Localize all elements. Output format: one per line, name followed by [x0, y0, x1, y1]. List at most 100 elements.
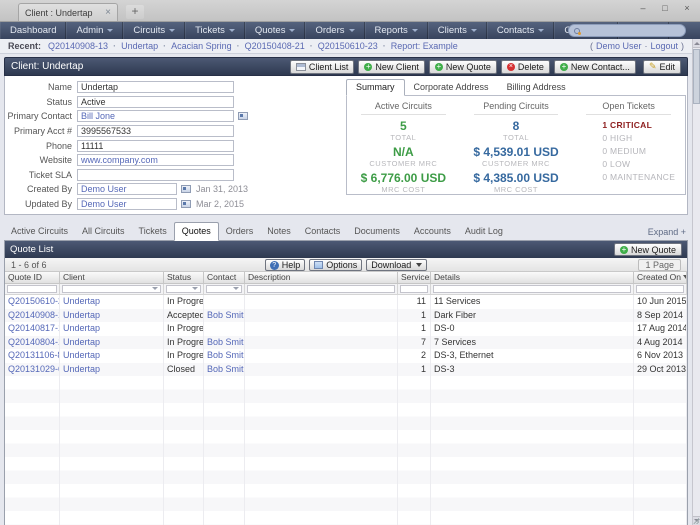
tab-corporate-address[interactable]: Corporate Address: [405, 80, 498, 95]
quote-id-link[interactable]: Q20140908-13: [5, 309, 60, 323]
contact-card-icon[interactable]: [238, 112, 248, 120]
tab-tickets[interactable]: Tickets: [132, 223, 174, 240]
col-quote-id[interactable]: Quote ID: [5, 272, 60, 283]
created-by-field[interactable]: Demo User: [77, 183, 177, 195]
contact-link[interactable]: Bob Smith: [204, 363, 245, 377]
new-quote-button[interactable]: New Quote: [429, 60, 497, 74]
quote-id-link[interactable]: Q20150610-23: [5, 295, 60, 309]
updated-by-field[interactable]: Demo User: [77, 198, 177, 210]
phone-field[interactable]: 11111: [77, 140, 234, 152]
client-link[interactable]: Undertap: [60, 295, 164, 309]
scroll-up-icon[interactable]: [693, 39, 700, 48]
tab-notes[interactable]: Notes: [260, 223, 298, 240]
col-created-on[interactable]: Created On: [634, 272, 687, 283]
col-status[interactable]: Status: [164, 272, 204, 283]
new-quote-button[interactable]: New Quote: [614, 243, 682, 256]
primary-contact-link[interactable]: Bill Jone: [81, 111, 115, 121]
recent-link[interactable]: Q20150408-21: [232, 41, 305, 51]
table-row[interactable]: Q20140817-11 Undertap In Progress 1 DS-0…: [5, 322, 687, 336]
client-link[interactable]: Undertap: [60, 336, 164, 350]
tab-billing-address[interactable]: Billing Address: [498, 80, 575, 95]
recent-link[interactable]: Q20140908-13: [48, 41, 108, 51]
client-link[interactable]: Undertap: [60, 363, 164, 377]
primary-contact-field[interactable]: Bill Jone: [77, 110, 234, 122]
table-row[interactable]: Q20131029-6 Undertap Closed Bob Smith 1 …: [5, 363, 687, 377]
filter-quote-id[interactable]: [7, 285, 57, 293]
tab-documents[interactable]: Documents: [347, 223, 407, 240]
user-link[interactable]: Demo User: [596, 41, 642, 51]
client-list-button[interactable]: Client List: [290, 60, 355, 74]
nav-item-contacts[interactable]: Contacts: [487, 22, 555, 39]
minimize-icon[interactable]: –: [638, 3, 648, 13]
help-button[interactable]: Help: [265, 259, 306, 271]
contact-link[interactable]: Bob Smith: [204, 336, 245, 350]
nav-item-reports[interactable]: Reports: [365, 22, 428, 39]
name-field[interactable]: Undertap: [77, 81, 234, 93]
tab-summary[interactable]: Summary: [346, 79, 405, 96]
tab-contacts[interactable]: Contacts: [298, 223, 348, 240]
client-link[interactable]: Undertap: [60, 322, 164, 336]
filter-description[interactable]: [247, 285, 395, 293]
table-row[interactable]: Q20150610-23 Undertap In Progress 11 11 …: [5, 295, 687, 309]
col-client[interactable]: Client: [60, 272, 164, 283]
maximize-icon[interactable]: □: [660, 3, 670, 13]
recent-link[interactable]: Report: Example: [378, 41, 458, 51]
primary-acct-field[interactable]: 3995567533: [77, 125, 234, 137]
new-client-button[interactable]: New Client: [358, 60, 425, 74]
created-by-link[interactable]: Demo User: [81, 184, 127, 194]
filter-contact-dropdown[interactable]: [206, 285, 242, 293]
tab-close-icon[interactable]: ×: [105, 7, 111, 18]
expand-link[interactable]: Expand +: [648, 227, 688, 240]
tab-quotes[interactable]: Quotes: [174, 222, 219, 241]
edit-button[interactable]: Edit: [643, 60, 681, 74]
scrollbar-thumb[interactable]: [693, 49, 700, 104]
nav-item-orders[interactable]: Orders: [305, 22, 364, 39]
nav-item-tickets[interactable]: Tickets: [185, 22, 245, 39]
nav-item-clients[interactable]: Clients: [428, 22, 487, 39]
filter-created-on[interactable]: [636, 285, 684, 293]
delete-button[interactable]: Delete: [501, 60, 550, 74]
col-description[interactable]: Description: [245, 272, 398, 283]
tab-accounts[interactable]: Accounts: [407, 223, 458, 240]
tab-all-circuits[interactable]: All Circuits: [75, 223, 132, 240]
nav-item-circuits[interactable]: Circuits: [123, 22, 185, 39]
tab-active-circuits[interactable]: Active Circuits: [4, 223, 75, 240]
client-link[interactable]: Undertap: [60, 349, 164, 363]
updated-by-link[interactable]: Demo User: [81, 199, 127, 209]
contact-link[interactable]: [204, 322, 245, 336]
status-field[interactable]: Active: [77, 96, 234, 108]
new-contact-button[interactable]: New Contact...: [554, 60, 636, 74]
col-details[interactable]: Details: [431, 272, 634, 283]
ticket-sla-field[interactable]: [77, 169, 234, 181]
tab-orders[interactable]: Orders: [219, 223, 261, 240]
resize-grip[interactable]: [693, 518, 699, 524]
search-input[interactable]: [583, 26, 680, 36]
quote-id-link[interactable]: Q20140804-10: [5, 336, 60, 350]
contact-card-icon[interactable]: [181, 200, 191, 208]
filter-client-dropdown[interactable]: [62, 285, 161, 293]
new-tab-button[interactable]: +: [126, 5, 144, 19]
website-field[interactable]: www.company.com: [77, 154, 234, 166]
contact-link[interactable]: Bob Smith: [204, 309, 245, 323]
tab-audit-log[interactable]: Audit Log: [458, 223, 510, 240]
table-row[interactable]: Q20140908-13 Undertap Accepted Bob Smith…: [5, 309, 687, 323]
global-search[interactable]: [568, 24, 686, 37]
filter-details[interactable]: [433, 285, 631, 293]
recent-link[interactable]: Q20150610-23: [305, 41, 378, 51]
col-services[interactable]: Services: [398, 272, 431, 283]
options-button[interactable]: Options: [309, 259, 362, 271]
quote-id-link[interactable]: Q20131106-8: [5, 349, 60, 363]
table-row[interactable]: Q20140804-10 Undertap In Progress Bob Sm…: [5, 336, 687, 350]
quote-id-link[interactable]: Q20140817-11: [5, 322, 60, 336]
recent-link[interactable]: Undertap: [108, 41, 158, 51]
table-row[interactable]: Q20131106-8 Undertap In Progress Bob Smi…: [5, 349, 687, 363]
logout-link[interactable]: Logout: [650, 41, 678, 51]
contact-link[interactable]: Bob Smith: [204, 349, 245, 363]
close-icon[interactable]: ×: [682, 3, 692, 13]
nav-item-admin[interactable]: Admin: [66, 22, 123, 39]
website-link[interactable]: www.company.com: [81, 155, 158, 165]
recent-link[interactable]: Acacian Spring: [158, 41, 232, 51]
browser-tab[interactable]: Client : Undertap ×: [18, 3, 118, 21]
col-contact[interactable]: Contact: [204, 272, 245, 283]
download-button[interactable]: Download: [366, 259, 427, 271]
